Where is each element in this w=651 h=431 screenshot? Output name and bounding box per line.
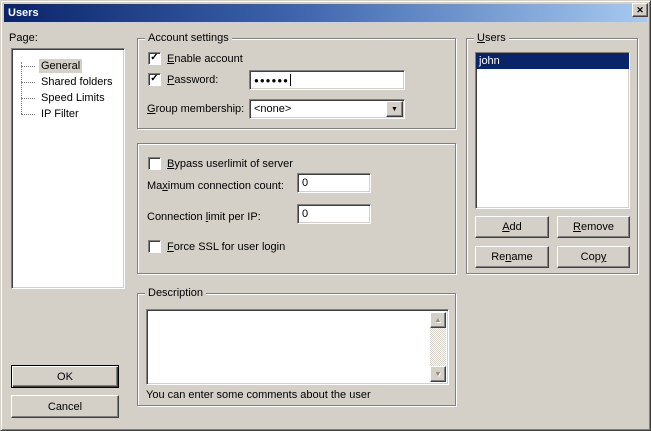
checkmark-icon: ✓: [150, 74, 158, 84]
cancel-button[interactable]: Cancel: [11, 395, 119, 418]
max-connection-count-label: Maximum connection count:: [147, 180, 284, 192]
label-part: emove: [581, 221, 614, 233]
text-caret: [290, 74, 291, 86]
password-input[interactable]: ●●●●●●: [249, 70, 405, 90]
window-title: Users: [8, 7, 39, 19]
add-user-button-label: Add: [502, 221, 522, 233]
bypass-userlimit-row: Bypass userlimit of server: [148, 157, 293, 170]
label-part: imit per IP:: [208, 211, 261, 223]
user-list-item[interactable]: john: [476, 53, 629, 69]
remove-user-button-label: Remove: [573, 221, 614, 233]
force-ssl-checkbox[interactable]: [148, 240, 161, 253]
close-button[interactable]: ✕: [632, 3, 648, 17]
page-tree[interactable]: General Shared folders Speed Limits IP F…: [11, 48, 125, 289]
description-textarea[interactable]: ▲ ▼: [146, 309, 449, 385]
force-ssl-row: Force SSL for user login: [148, 240, 285, 253]
label-part: Description: [148, 287, 203, 299]
label-part: orce SSL for user login: [174, 241, 285, 253]
label-part: Cop: [581, 251, 601, 263]
force-ssl-label: Force SSL for user login: [167, 241, 285, 253]
users-group-label: Users: [474, 32, 509, 45]
password-value: ●●●●●●: [254, 76, 289, 85]
tree-item-label: IP Filter: [39, 107, 81, 121]
enable-account-checkbox[interactable]: ✓: [148, 52, 161, 65]
rename-user-button-label: Rename: [491, 251, 533, 263]
tree-item-general[interactable]: General: [12, 58, 124, 74]
connection-limit-per-ip-input[interactable]: 0: [297, 204, 371, 224]
label-part: nable account: [174, 53, 243, 65]
label-part: dd: [510, 221, 522, 233]
connection-limit-per-ip-label: Connection limit per IP:: [147, 211, 261, 223]
label-part: Re: [491, 251, 505, 263]
tree-item-label: General: [39, 59, 82, 73]
dropdown-button[interactable]: ▼: [386, 101, 403, 117]
label-part: roup membership:: [156, 103, 245, 115]
connection-limit-per-ip-value: 0: [302, 208, 308, 220]
max-connection-count-input[interactable]: 0: [297, 173, 371, 193]
cancel-button-label: Cancel: [48, 401, 82, 413]
tree-item-speed-limits[interactable]: Speed Limits: [12, 90, 124, 106]
add-user-button[interactable]: Add: [475, 216, 549, 238]
scroll-down-button[interactable]: ▼: [430, 366, 446, 382]
label-part: assword:: [174, 74, 218, 86]
copy-user-button[interactable]: Copy: [557, 246, 630, 268]
tree-item-label: Speed Limits: [39, 91, 107, 105]
password-row: ✓ Password:: [148, 73, 218, 86]
description-group-label: Description: [145, 287, 206, 300]
scroll-up-button[interactable]: ▲: [430, 312, 446, 328]
bypass-userlimit-checkbox[interactable]: [148, 157, 161, 170]
label-part: U: [477, 32, 485, 44]
arrow-up-icon: ▲: [435, 317, 442, 324]
users-group: Users john Add Remove Rename Copy: [466, 38, 638, 274]
description-scrollbar[interactable]: ▲ ▼: [430, 312, 446, 382]
label-part: imum connection count:: [168, 180, 284, 192]
remove-user-button[interactable]: Remove: [557, 216, 630, 238]
account-settings-group-label: Account settings: [145, 32, 232, 45]
max-connection-count-value: 0: [302, 177, 308, 189]
ok-button[interactable]: OK: [11, 365, 119, 388]
label-part: y: [601, 251, 607, 263]
tree-connector-stub: [21, 114, 35, 115]
limits-group: Bypass userlimit of server Maximum conne…: [137, 143, 456, 274]
page-label: Page:: [9, 32, 38, 44]
rename-user-button[interactable]: Rename: [475, 246, 549, 268]
group-membership-label: Group membership:: [147, 103, 244, 115]
tree-connector-stub: [21, 82, 35, 83]
tree-connector-stub: [21, 98, 35, 99]
close-icon: ✕: [636, 6, 644, 15]
group-membership-select[interactable]: <none> ▼: [249, 99, 405, 119]
arrow-down-icon: ▼: [435, 371, 442, 378]
tree-item-ip-filter[interactable]: IP Filter: [12, 106, 124, 122]
label-part: F: [167, 241, 174, 253]
label-part: Ma: [147, 180, 162, 192]
user-name: john: [479, 55, 500, 67]
titlebar[interactable]: Users: [4, 4, 647, 22]
checkmark-icon: ✓: [150, 53, 158, 63]
tree-connector-stub: [21, 66, 35, 67]
chevron-down-icon: ▼: [391, 106, 398, 113]
ok-button-label: OK: [57, 371, 73, 383]
label-part: R: [573, 221, 581, 233]
tree-item-shared-folders[interactable]: Shared folders: [12, 74, 124, 90]
users-listbox[interactable]: john: [475, 52, 630, 209]
label-part: sers: [485, 32, 506, 44]
label-part: ame: [511, 251, 532, 263]
enable-account-label: Enable account: [167, 53, 243, 65]
enable-account-row: ✓ Enable account: [148, 52, 243, 65]
label-part: A: [502, 221, 509, 233]
label-part: ypass userlimit of server: [174, 158, 293, 170]
account-settings-group: Account settings ✓ Enable account ✓ Pass…: [137, 38, 456, 129]
label-part: Connection: [147, 211, 206, 223]
label-part: G: [147, 103, 156, 115]
copy-user-button-label: Copy: [581, 251, 607, 263]
users-dialog: Users ✕ Page: General Shared folders Spe…: [0, 0, 651, 431]
password-checkbox[interactable]: ✓: [148, 73, 161, 86]
description-group: Description ▲ ▼ You can enter some comme…: [137, 293, 456, 406]
tree-item-label: Shared folders: [39, 75, 115, 89]
password-label: Password:: [167, 74, 218, 86]
description-hint: You can enter some comments about the us…: [146, 389, 371, 401]
bypass-userlimit-label: Bypass userlimit of server: [167, 158, 293, 170]
group-membership-value: <none>: [254, 100, 291, 118]
label-part: Account settings: [148, 32, 229, 44]
